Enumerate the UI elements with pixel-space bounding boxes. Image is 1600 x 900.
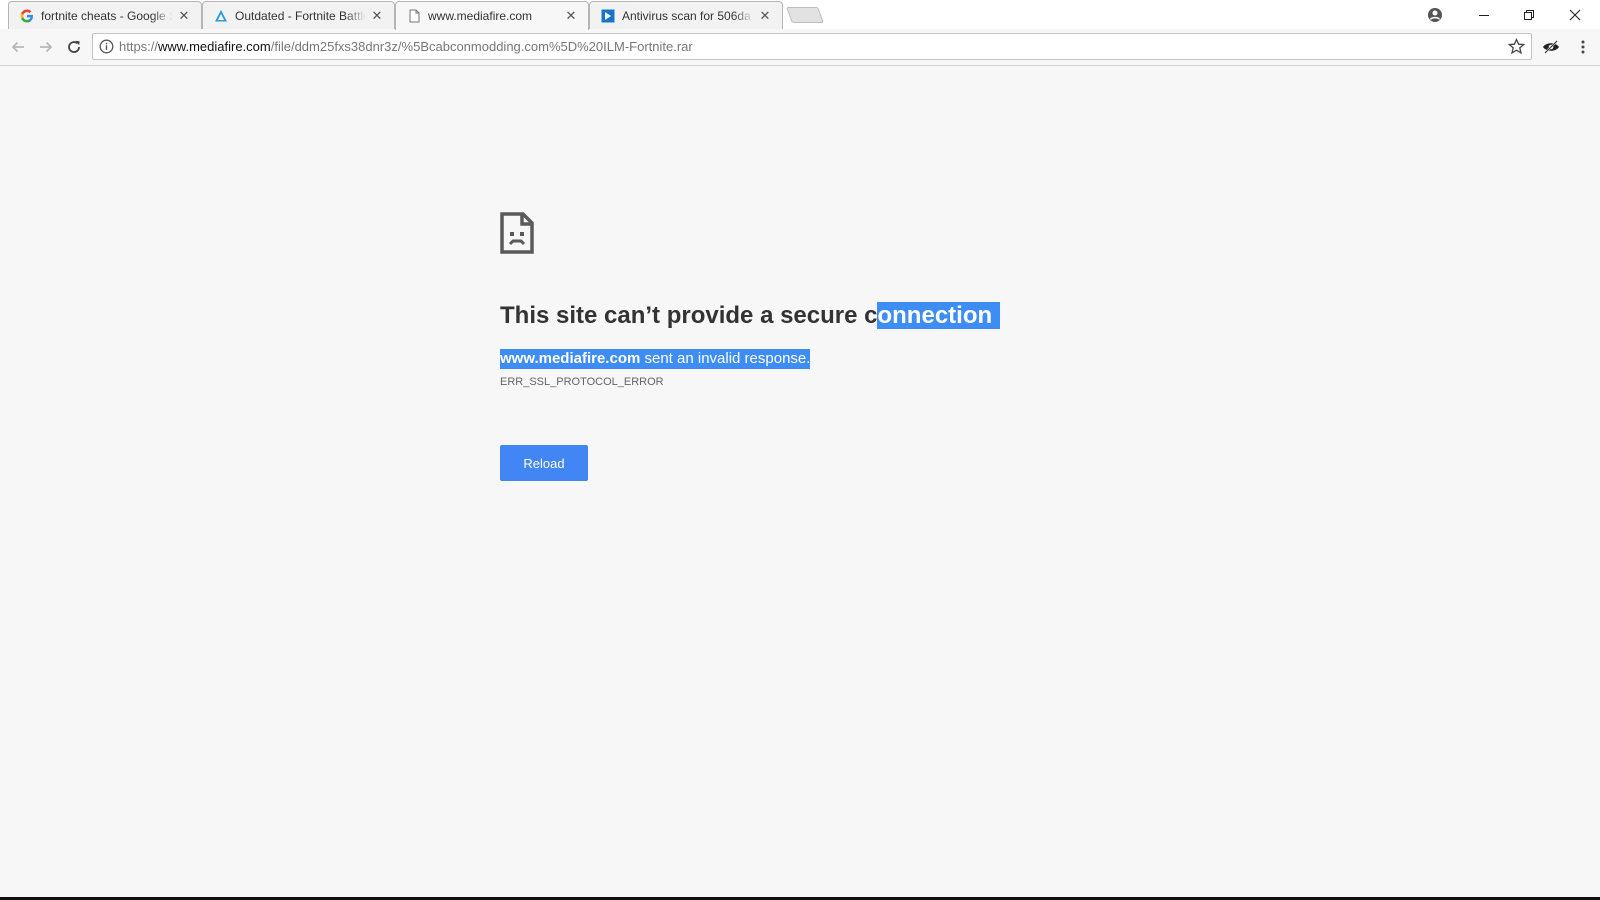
back-button[interactable] <box>8 37 28 57</box>
info-icon[interactable] <box>99 39 114 54</box>
reload-icon <box>68 40 80 53</box>
url-scheme: https:// <box>119 39 159 54</box>
tab-title: Outdated - Fortnite Battle <box>235 8 366 23</box>
triangle-logo-icon <box>215 10 227 22</box>
bookmark-star-icon[interactable] <box>1508 38 1525 55</box>
url-host: www.mediafire.com <box>158 39 271 54</box>
close-icon[interactable]: ✕ <box>177 8 191 23</box>
kebab-menu-icon <box>1581 40 1585 54</box>
url-text[interactable]: https://www.mediafire.com/file/ddm25fxs3… <box>119 39 693 54</box>
heading-text: This site can’t provide a secure c <box>500 302 878 329</box>
minimize-icon <box>1479 14 1489 16</box>
browser-toolbar: https://www.mediafire.com/file/ddm25fxs3… <box>0 29 1600 66</box>
address-bar[interactable]: https://www.mediafire.com/file/ddm25fxs3… <box>92 33 1532 60</box>
reload-toolbar-button[interactable] <box>64 37 84 57</box>
virustotal-icon <box>601 9 615 23</box>
sad-document-icon <box>500 212 534 254</box>
tab-strip: fortnite cheats - Google S ✕ Outdated - … <box>0 0 1600 30</box>
extension-button[interactable] <box>1541 37 1561 57</box>
error-host: www.mediafire.com <box>500 350 641 367</box>
error-code: ERR_SSL_PROTOCOL_ERROR <box>500 376 664 388</box>
close-icon[interactable]: ✕ <box>370 8 384 23</box>
back-arrow-icon <box>11 41 24 53</box>
close-icon[interactable]: ✕ <box>758 8 772 23</box>
restore-button[interactable] <box>1507 0 1551 29</box>
reload-button[interactable]: Reload <box>500 445 588 481</box>
tab-fortnite-outdated[interactable]: Outdated - Fortnite Battle ✕ <box>202 1 395 29</box>
tab-antivirus-scan[interactable]: Antivirus scan for 506da ✕ <box>589 1 783 29</box>
tab-title: Antivirus scan for 506da <box>622 8 751 23</box>
profile-button[interactable] <box>1413 0 1457 29</box>
close-icon[interactable]: ✕ <box>564 9 578 23</box>
heading-selected-text: onnection <box>877 302 1001 329</box>
new-tab-button[interactable] <box>786 7 824 23</box>
close-window-icon <box>1569 9 1581 20</box>
blank-page-icon <box>409 9 420 23</box>
menu-button[interactable] <box>1573 37 1593 57</box>
forward-button[interactable] <box>36 37 56 57</box>
google-g-icon <box>20 9 33 23</box>
url-path: /file/ddm25fxs38dnr3z/%5Bcabconmodding.c… <box>270 39 693 54</box>
error-description-text: sent an invalid response. <box>640 350 811 367</box>
forward-arrow-icon <box>40 41 53 53</box>
error-heading: This site can’t provide a secure connect… <box>500 302 1001 330</box>
minimize-button[interactable] <box>1462 0 1506 29</box>
tab-mediafire[interactable]: www.mediafire.com ✕ <box>395 1 589 30</box>
tab-title: fortnite cheats - Google S <box>41 8 173 23</box>
eye-slash-extension-icon <box>1543 40 1559 54</box>
account-icon <box>1428 7 1442 22</box>
close-window-button[interactable] <box>1553 0 1597 29</box>
restore-icon <box>1524 9 1534 20</box>
error-description: www.mediafire.com sent an invalid respon… <box>500 349 811 369</box>
tab-google-search[interactable]: fortnite cheats - Google S ✕ <box>8 1 202 29</box>
tab-title: www.mediafire.com <box>428 9 533 23</box>
